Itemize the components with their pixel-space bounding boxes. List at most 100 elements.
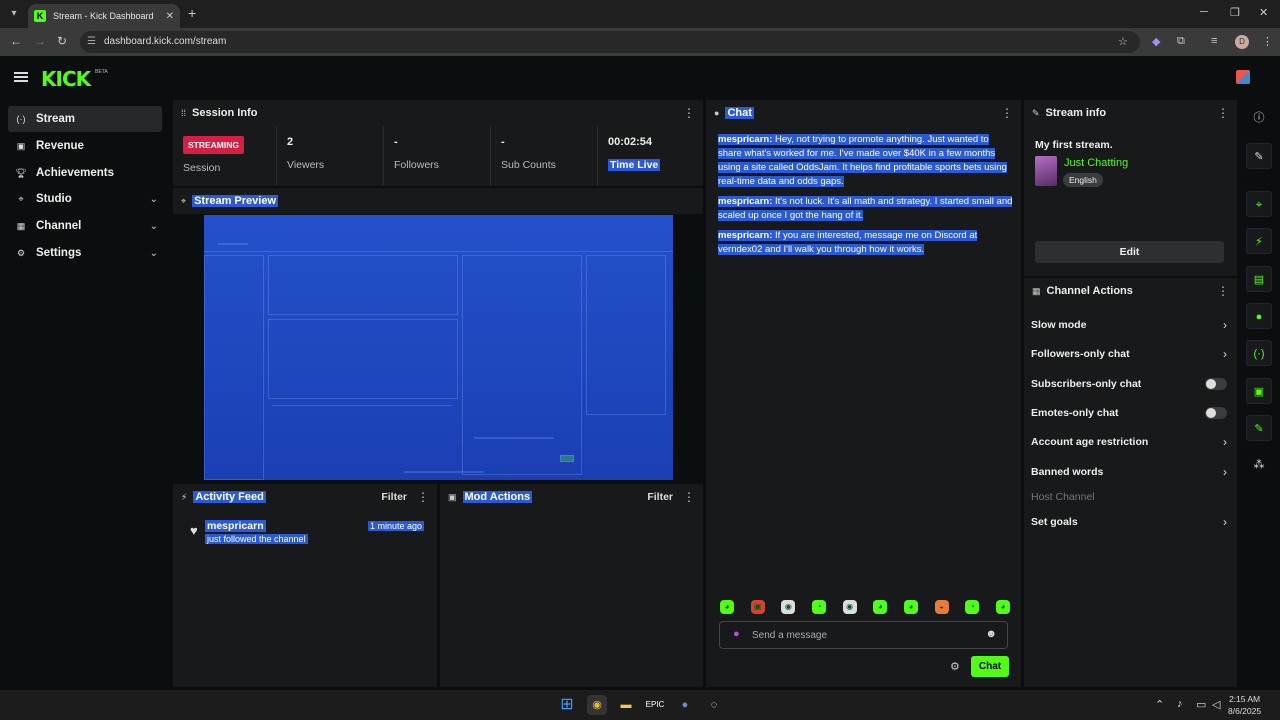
site-info-icon[interactable]: ☰ bbox=[87, 31, 96, 53]
bookmark-star-icon[interactable]: ☆ bbox=[1118, 35, 1128, 48]
document-icon[interactable]: ▤ bbox=[1246, 266, 1272, 292]
system-clock[interactable]: 2:15 AM 8/6/2025 bbox=[1228, 693, 1261, 717]
session-stats: STREAMING Session 2 Viewers - Followers … bbox=[173, 126, 703, 186]
volume-icon[interactable]: ◁ bbox=[1212, 698, 1220, 711]
chat-settings-icon[interactable]: ⚙ bbox=[950, 660, 960, 673]
sidebar-item-channel[interactable]: ▦ Channel ⌄ bbox=[8, 213, 162, 239]
chat-bubble-icon: ● bbox=[714, 108, 720, 118]
sidebar-item-stream[interactable]: (·) Stream bbox=[8, 106, 162, 132]
emote-icon[interactable]: ◕ bbox=[720, 600, 734, 614]
edit-stream-info-button[interactable]: Edit bbox=[1035, 241, 1224, 263]
sidebar-item-studio[interactable]: ⌖ Studio ⌄ bbox=[8, 186, 162, 212]
channel-actions-header: ▦ Channel Actions ⋮ bbox=[1024, 278, 1237, 304]
windows-start-icon[interactable]: ⊞ bbox=[557, 695, 577, 715]
kebab-menu-icon[interactable]: ⋮ bbox=[1217, 284, 1229, 298]
channel-action-label: Account age restriction bbox=[1031, 436, 1149, 448]
trophy-icon: 🏆︎ bbox=[15, 167, 27, 178]
window-close-icon[interactable]: ✕ bbox=[1259, 6, 1268, 19]
kebab-menu-icon[interactable]: ⋮ bbox=[417, 490, 429, 504]
mod-filter-button[interactable]: Filter bbox=[647, 491, 673, 503]
kebab-menu-icon[interactable]: ⋮ bbox=[683, 106, 695, 120]
subscribers-only-toggle[interactable] bbox=[1205, 378, 1227, 390]
set-goals-row[interactable]: Set goals › bbox=[1031, 511, 1227, 533]
tab-search-icon[interactable]: ▾ bbox=[6, 6, 22, 22]
tab-close-icon[interactable]: ✕ bbox=[166, 11, 174, 22]
emote-icon[interactable]: ◕ bbox=[873, 600, 888, 614]
activity-filter-button[interactable]: Filter bbox=[381, 491, 407, 503]
emote-icon[interactable]: ◉ bbox=[842, 600, 857, 614]
emote-icon[interactable]: ◉ bbox=[781, 600, 796, 614]
extension-icon[interactable]: ◆ bbox=[1152, 35, 1160, 48]
banned-words-row[interactable]: Banned words › bbox=[1031, 461, 1227, 483]
epic-games-icon[interactable]: EPIC bbox=[645, 695, 665, 715]
emotes-only-toggle[interactable] bbox=[1205, 407, 1227, 419]
sidebar-item-achievements[interactable]: 🏆︎ Achievements bbox=[8, 160, 162, 186]
emote-icon[interactable]: ▣ bbox=[750, 600, 765, 614]
session-cell: STREAMING Session bbox=[173, 126, 277, 186]
preview-icon[interactable]: ⌖ bbox=[1246, 191, 1272, 217]
stream-category[interactable]: Just Chatting bbox=[1064, 157, 1128, 169]
app-icon[interactable]: ◌ bbox=[704, 695, 724, 715]
pencil-icon[interactable]: ✎ bbox=[1246, 143, 1272, 169]
address-bar[interactable]: ☰ dashboard.kick.com/stream bbox=[80, 31, 1140, 53]
kebab-menu-icon[interactable]: ⋮ bbox=[1217, 106, 1229, 120]
forward-icon[interactable]: → bbox=[34, 34, 46, 48]
reload-icon[interactable]: ↻ bbox=[57, 34, 67, 48]
account-age-row[interactable]: Account age restriction › bbox=[1031, 431, 1227, 453]
media-control-icon[interactable]: ≡ bbox=[1211, 35, 1217, 47]
microphone-tray-icon[interactable]: ♪ bbox=[1177, 698, 1183, 710]
info-icon[interactable]: ⓘ bbox=[1246, 105, 1272, 131]
channel-action-label: Banned words bbox=[1031, 466, 1104, 478]
microphone-icon[interactable]: ● bbox=[733, 628, 740, 640]
minimize-icon[interactable]: ─ bbox=[1200, 6, 1208, 18]
emote-icon[interactable]: ◕ bbox=[903, 600, 918, 614]
emote-icon[interactable]: ◔ bbox=[965, 600, 980, 614]
chat-username[interactable]: mespricarn: bbox=[718, 196, 772, 207]
chat-message-input[interactable] bbox=[752, 626, 982, 644]
kick-logo[interactable]: KICK bbox=[41, 67, 91, 91]
feed-timestamp: 1 minute ago bbox=[367, 521, 424, 531]
session-info-header: ⁞⁞ Session Info ⋮ bbox=[173, 100, 703, 126]
user-avatar[interactable] bbox=[1236, 70, 1250, 84]
profile-avatar[interactable]: D bbox=[1235, 35, 1249, 49]
browser-tab[interactable]: K Stream - Kick Dashboard ✕ bbox=[28, 4, 180, 28]
emote-icon[interactable]: ◒ bbox=[934, 600, 949, 614]
stream-preview-video[interactable] bbox=[204, 215, 673, 480]
feed-username[interactable]: mespricarn bbox=[205, 520, 266, 532]
chevron-right-icon: › bbox=[1223, 435, 1227, 449]
mod-actions-icon[interactable]: ▣ bbox=[1246, 378, 1272, 404]
broadcast-icon[interactable]: (·) bbox=[1246, 340, 1272, 366]
kebab-menu-icon[interactable]: ⋮ bbox=[1001, 106, 1013, 120]
chat-bubble-icon[interactable]: ● bbox=[1246, 303, 1272, 329]
chat-username[interactable]: mespricarn: bbox=[718, 230, 772, 241]
chrome-icon[interactable]: ◉ bbox=[587, 695, 607, 715]
emote-icon[interactable]: ◕ bbox=[995, 600, 1010, 614]
network-icon[interactable]: ▭ bbox=[1196, 698, 1206, 711]
slow-mode-row[interactable]: Slow mode › bbox=[1031, 314, 1227, 336]
followers-only-row[interactable]: Followers-only chat › bbox=[1031, 343, 1227, 365]
back-icon[interactable]: ← bbox=[10, 34, 22, 48]
kebab-menu-icon[interactable]: ⋮ bbox=[683, 490, 695, 504]
activity-feed-panel: ⚡︎ Activity Feed Filter ⋮ bbox=[173, 484, 437, 687]
sidebar-item-revenue[interactable]: ▣ Revenue bbox=[8, 133, 162, 159]
hamburger-menu-icon[interactable] bbox=[14, 72, 28, 82]
emote-icon[interactable]: ◔ bbox=[811, 600, 826, 614]
file-explorer-icon[interactable]: ▬ bbox=[616, 695, 636, 715]
lightning-icon[interactable]: ⚡︎ bbox=[1246, 228, 1272, 254]
browser-menu-icon[interactable]: ⋮ bbox=[1262, 35, 1273, 48]
discord-icon[interactable]: ● bbox=[675, 695, 695, 715]
new-tab-icon[interactable]: + bbox=[188, 5, 196, 21]
revenue-icon: ▣ bbox=[16, 140, 26, 151]
tray-overflow-icon[interactable]: ⌃ bbox=[1155, 698, 1164, 711]
extensions-puzzle-icon[interactable]: ⧉ bbox=[1177, 35, 1185, 48]
layout-icon[interactable]: ⁂ bbox=[1246, 452, 1272, 478]
channel-actions-icon: ▦ bbox=[1032, 285, 1041, 296]
chat-send-button[interactable]: Chat bbox=[971, 656, 1009, 677]
wrench-icon[interactable]: ✎ bbox=[1246, 415, 1272, 441]
emoji-icon[interactable]: ☻ bbox=[985, 628, 997, 640]
viewers-value: 2 bbox=[287, 136, 294, 148]
maximize-icon[interactable]: ❐ bbox=[1230, 6, 1240, 19]
sidebar-item-settings[interactable]: ⚙ Settings ⌄ bbox=[8, 240, 162, 266]
stream-info-title: Stream info bbox=[1045, 107, 1107, 119]
chat-username[interactable]: mespricarn: bbox=[718, 134, 772, 145]
